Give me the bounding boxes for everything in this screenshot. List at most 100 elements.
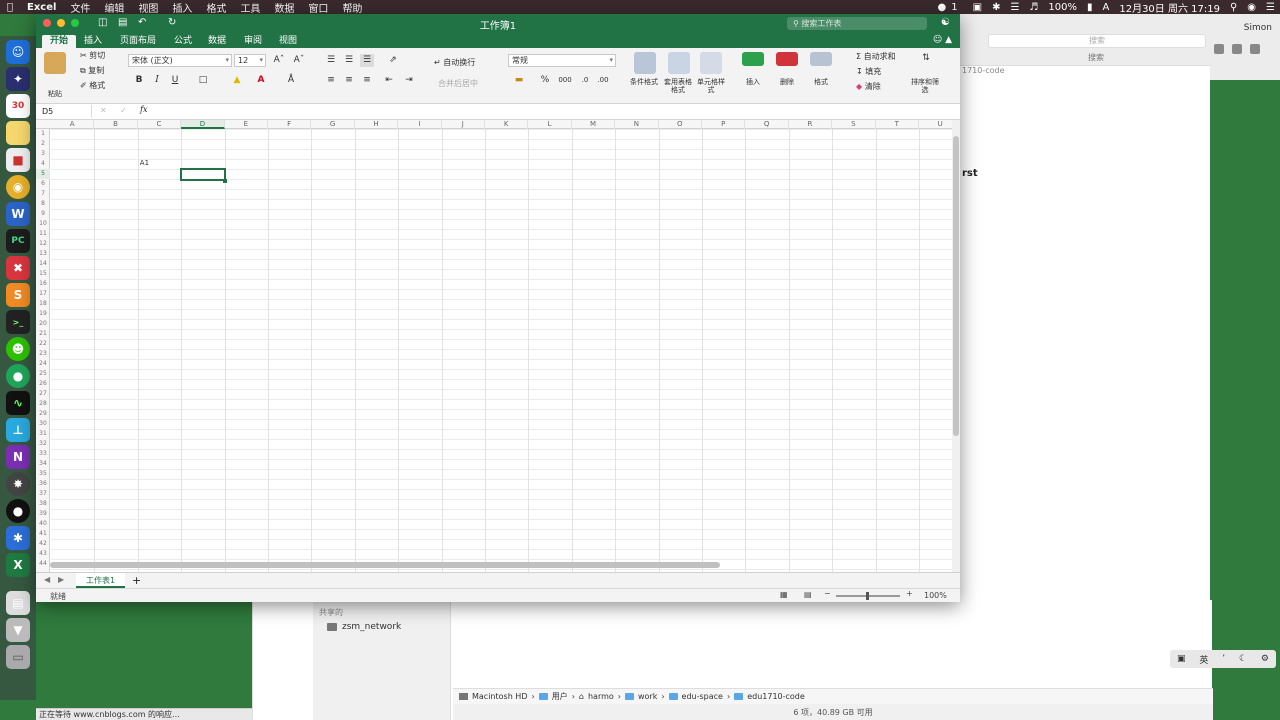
increase-decimal-icon[interactable]: .0 bbox=[578, 74, 592, 87]
row-header[interactable]: 22 bbox=[36, 339, 50, 349]
delete-cells-label[interactable]: 删除 bbox=[774, 78, 800, 86]
menu-app-name[interactable]: Excel bbox=[20, 2, 63, 13]
paste-label[interactable]: 粘贴 bbox=[44, 90, 66, 98]
align-center-icon[interactable]: ≡ bbox=[342, 74, 356, 87]
share-icon[interactable]: ☯ bbox=[941, 17, 950, 28]
currency-icon[interactable]: ▬ bbox=[512, 74, 526, 87]
row-header[interactable]: 7 bbox=[36, 189, 50, 199]
documents-stack-icon[interactable]: ▤ bbox=[6, 591, 30, 615]
activity-monitor-icon[interactable]: ∿ bbox=[6, 391, 30, 415]
format-painter-button[interactable]: ✐ 格式 bbox=[80, 80, 105, 91]
menu-edit[interactable]: 编辑 bbox=[97, 0, 131, 15]
row-header[interactable]: 36 bbox=[36, 479, 50, 489]
trash-icon[interactable]: ▭ bbox=[6, 645, 30, 669]
qq-icon[interactable]: ● bbox=[6, 499, 30, 523]
font-size-select[interactable]: 12 ▾ bbox=[234, 54, 266, 67]
path-item[interactable]: Macintosh HD bbox=[472, 692, 527, 701]
row-header[interactable]: 37 bbox=[36, 489, 50, 499]
row-header[interactable]: 6 bbox=[36, 179, 50, 189]
calendar-icon[interactable]: 30 bbox=[6, 94, 30, 118]
sheet-tab[interactable]: 工作表1 bbox=[76, 573, 126, 588]
bold-button[interactable]: B bbox=[132, 74, 146, 87]
menu-tools[interactable]: 工具 bbox=[233, 0, 267, 15]
thousands-button[interactable]: 000 bbox=[556, 74, 574, 87]
chrome-icon[interactable]: ◉ bbox=[6, 175, 30, 199]
input-source[interactable]: A bbox=[1098, 2, 1115, 13]
row-header[interactable]: 3 bbox=[36, 149, 50, 159]
menu-window[interactable]: 窗口 bbox=[301, 0, 335, 15]
page-layout-view-icon[interactable]: ▤ bbox=[804, 590, 812, 599]
zoom-in-button[interactable]: + bbox=[906, 589, 913, 598]
decrease-font-icon[interactable]: Aˇ bbox=[292, 54, 306, 67]
menu-insert[interactable]: 插入 bbox=[165, 0, 199, 15]
notification-icon[interactable]: ● 1 bbox=[933, 2, 968, 13]
menu-format[interactable]: 格式 bbox=[199, 0, 233, 15]
column-header-b[interactable]: B bbox=[94, 120, 138, 129]
toolbar-icon[interactable] bbox=[1214, 44, 1224, 54]
sort-filter-icon[interactable]: ⇅ bbox=[916, 52, 936, 65]
column-header-p[interactable]: P bbox=[702, 120, 746, 129]
zoom-out-button[interactable]: − bbox=[824, 589, 831, 598]
row-header[interactable]: 16 bbox=[36, 279, 50, 289]
phonetic-icon[interactable]: Å bbox=[284, 74, 298, 87]
row-header[interactable]: 41 bbox=[36, 529, 50, 539]
row-header[interactable]: 30 bbox=[36, 419, 50, 429]
column-header-m[interactable]: M bbox=[572, 120, 616, 129]
battery-level[interactable]: 100% bbox=[1043, 2, 1082, 13]
wifi-icon[interactable]: ☰ bbox=[1005, 2, 1024, 13]
toolbar-icon[interactable] bbox=[1250, 44, 1260, 54]
add-sheet-button[interactable]: + bbox=[132, 574, 141, 587]
row-header[interactable]: 14 bbox=[36, 259, 50, 269]
volume-icon[interactable]: ♬ bbox=[1024, 2, 1043, 13]
xmind-icon[interactable]: ✖ bbox=[6, 256, 30, 280]
row-header[interactable]: 24 bbox=[36, 359, 50, 369]
column-header-k[interactable]: K bbox=[485, 120, 529, 129]
fill-button[interactable]: ↧ 填充 bbox=[856, 66, 881, 77]
row-header[interactable]: 12 bbox=[36, 239, 50, 249]
zoom-level[interactable]: 100% bbox=[924, 591, 947, 600]
sublime-icon[interactable]: S bbox=[6, 283, 30, 307]
menu-data[interactable]: 数据 bbox=[267, 0, 301, 15]
spreadsheet-grid[interactable]: ABCDEFGHIJKLMNOPQRSTU 1 2 3 4 5 6 7 8 9 10 11 12 13 1… bbox=[36, 120, 952, 572]
percent-button[interactable]: % bbox=[538, 74, 552, 87]
row-header[interactable]: 17 bbox=[36, 289, 50, 299]
tab-home[interactable]: 开始 bbox=[42, 35, 77, 48]
row-header[interactable]: 19 bbox=[36, 309, 50, 319]
decrease-indent-icon[interactable]: ⇤ bbox=[382, 74, 396, 87]
column-header-f[interactable]: F bbox=[268, 120, 312, 129]
column-header-u[interactable]: U bbox=[919, 120, 952, 129]
column-header-q[interactable]: Q bbox=[745, 120, 789, 129]
bluetooth-icon[interactable]: ✱ bbox=[987, 2, 1005, 13]
row-header[interactable]: 5 bbox=[36, 169, 50, 179]
toolbar-icon[interactable] bbox=[1232, 44, 1242, 54]
row-header[interactable]: 42 bbox=[36, 539, 50, 549]
insert-cells-label[interactable]: 插入 bbox=[740, 78, 766, 86]
path-item[interactable]: harmo bbox=[588, 692, 614, 701]
increase-indent-icon[interactable]: ⇥ bbox=[402, 74, 416, 87]
finder-icon[interactable]: ☺ bbox=[6, 40, 30, 64]
cell-style-icon[interactable] bbox=[700, 52, 722, 74]
orientation-icon[interactable]: ⇗ bbox=[386, 54, 400, 67]
table-format-label[interactable]: 套用表格格式 bbox=[662, 78, 694, 94]
row-header[interactable]: 28 bbox=[36, 399, 50, 409]
finder-search-input[interactable]: 搜索 bbox=[988, 34, 1206, 48]
row-header[interactable]: 15 bbox=[36, 269, 50, 279]
row-header[interactable]: 8 bbox=[36, 199, 50, 209]
tab-data[interactable]: 数据 bbox=[200, 35, 234, 48]
screen-record-icon[interactable]: ▣ bbox=[968, 2, 987, 13]
scroll-thumb[interactable] bbox=[953, 136, 959, 436]
row-header[interactable]: 1 bbox=[36, 129, 50, 139]
siri-icon[interactable]: ◉ bbox=[1242, 2, 1261, 13]
decrease-decimal-icon[interactable]: .00 bbox=[596, 74, 610, 87]
terminal-icon[interactable]: >_ bbox=[6, 310, 30, 334]
control-center-icon[interactable]: ☰ bbox=[1261, 2, 1280, 13]
align-right-icon[interactable]: ≡ bbox=[360, 74, 374, 87]
row-header[interactable]: 10 bbox=[36, 219, 50, 229]
underline-button[interactable]: U bbox=[168, 74, 182, 87]
name-box[interactable]: D5 bbox=[38, 105, 92, 118]
row-header[interactable]: 29 bbox=[36, 409, 50, 419]
normal-view-icon[interactable]: ▦ bbox=[780, 590, 788, 599]
horizontal-scrollbar[interactable] bbox=[50, 562, 720, 568]
clock[interactable]: 12月30日 周六 17:19 bbox=[1114, 0, 1225, 15]
row-header[interactable]: 39 bbox=[36, 509, 50, 519]
